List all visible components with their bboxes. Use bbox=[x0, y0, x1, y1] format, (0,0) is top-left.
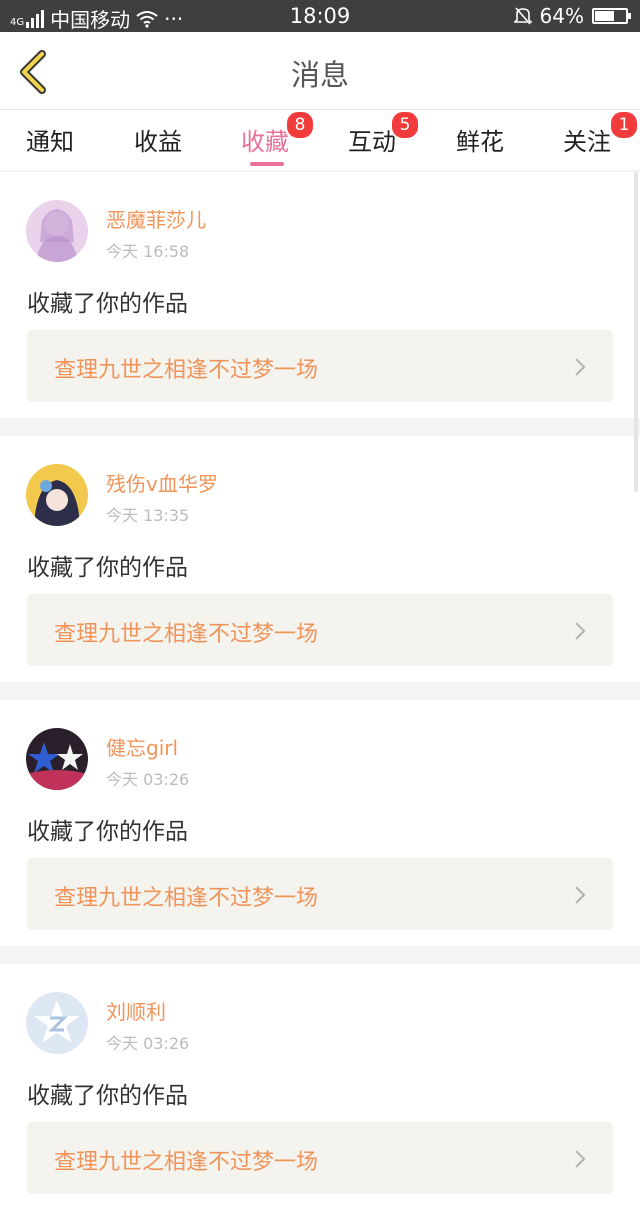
work-title: 查理九世之相逢不过梦一场 bbox=[54, 622, 319, 647]
tab-notifications[interactable]: 通知 bbox=[26, 122, 74, 157]
tab-flowers[interactable]: 鲜花 bbox=[456, 122, 504, 157]
work-link[interactable]: 查理九世之相逢不过梦一场 bbox=[27, 858, 613, 930]
work-title: 查理九世之相逢不过梦一场 bbox=[54, 1150, 319, 1175]
username[interactable]: 刘顺利 bbox=[106, 996, 166, 1025]
battery-level bbox=[595, 11, 615, 21]
tab-earnings[interactable]: 收益 bbox=[134, 122, 182, 157]
nav-bar: 消息 bbox=[0, 32, 640, 110]
scrollbar[interactable] bbox=[634, 172, 638, 492]
timestamp: 今天 16:58 bbox=[106, 242, 190, 261]
status-right: 64% bbox=[513, 4, 631, 28]
avatar[interactable] bbox=[26, 200, 88, 262]
tab-bar: 通知 收益 收藏 8 互动 5 鲜花 关注 1 bbox=[0, 110, 640, 170]
bell-muted-icon bbox=[513, 7, 532, 25]
message-card: 残伤v血华罗 今天 13:35 收藏了你的作品 查理九世之相逢不过梦一场 bbox=[0, 436, 640, 682]
username[interactable]: 恶魔菲莎儿 bbox=[106, 204, 206, 233]
tab-interactions[interactable]: 互动 5 bbox=[348, 110, 420, 157]
tab-label: 关注 bbox=[563, 128, 611, 156]
unread-badge: 5 bbox=[390, 110, 420, 140]
tab-label: 互动 bbox=[348, 128, 396, 156]
username[interactable]: 健忘girl bbox=[106, 732, 178, 761]
battery-percent: 64% bbox=[539, 4, 584, 28]
active-tab-indicator bbox=[250, 162, 284, 166]
tab-following[interactable]: 关注 1 bbox=[563, 110, 639, 157]
avatar[interactable] bbox=[26, 464, 88, 526]
work-link[interactable]: 查理九世之相逢不过梦一场 bbox=[27, 1122, 613, 1194]
timestamp: 今天 03:26 bbox=[106, 1034, 190, 1053]
unread-badge: 1 bbox=[609, 110, 639, 140]
tab-label: 收益 bbox=[134, 128, 182, 156]
avatar[interactable] bbox=[26, 992, 88, 1054]
chevron-right-icon bbox=[575, 1150, 586, 1168]
tab-label: 鲜花 bbox=[456, 128, 504, 156]
page-title: 消息 bbox=[290, 58, 349, 92]
work-title: 查理九世之相逢不过梦一场 bbox=[54, 886, 319, 911]
chevron-right-icon bbox=[575, 622, 586, 640]
avatar[interactable] bbox=[26, 728, 88, 790]
chevron-right-icon bbox=[575, 886, 586, 904]
action-text: 收藏了你的作品 bbox=[27, 819, 188, 845]
work-title: 查理九世之相逢不过梦一场 bbox=[54, 358, 319, 383]
tab-favorites[interactable]: 收藏 8 bbox=[241, 110, 315, 157]
message-card: 恶魔菲莎儿 今天 16:58 收藏了你的作品 查理九世之相逢不过梦一场 bbox=[0, 172, 640, 418]
timestamp: 今天 13:35 bbox=[106, 506, 190, 525]
chevron-right-icon bbox=[575, 358, 586, 376]
work-link[interactable]: 查理九世之相逢不过梦一场 bbox=[27, 330, 613, 402]
work-link[interactable]: 查理九世之相逢不过梦一场 bbox=[27, 594, 613, 666]
tab-label: 收藏 bbox=[241, 128, 289, 156]
action-text: 收藏了你的作品 bbox=[27, 1083, 188, 1109]
message-card: 刘顺利 今天 03:26 收藏了你的作品 查理九世之相逢不过梦一场 bbox=[0, 964, 640, 1210]
username[interactable]: 残伤v血华罗 bbox=[106, 468, 218, 497]
timestamp: 今天 03:26 bbox=[106, 770, 190, 789]
tab-label: 通知 bbox=[26, 128, 74, 156]
action-text: 收藏了你的作品 bbox=[27, 291, 188, 317]
battery-icon bbox=[592, 8, 631, 24]
unread-badge: 8 bbox=[285, 110, 315, 140]
message-card: 健忘girl 今天 03:26 收藏了你的作品 查理九世之相逢不过梦一场 bbox=[0, 700, 640, 946]
status-bar: 4G 中国移动 ··· 18:09 64% bbox=[0, 0, 640, 32]
action-text: 收藏了你的作品 bbox=[27, 555, 188, 581]
